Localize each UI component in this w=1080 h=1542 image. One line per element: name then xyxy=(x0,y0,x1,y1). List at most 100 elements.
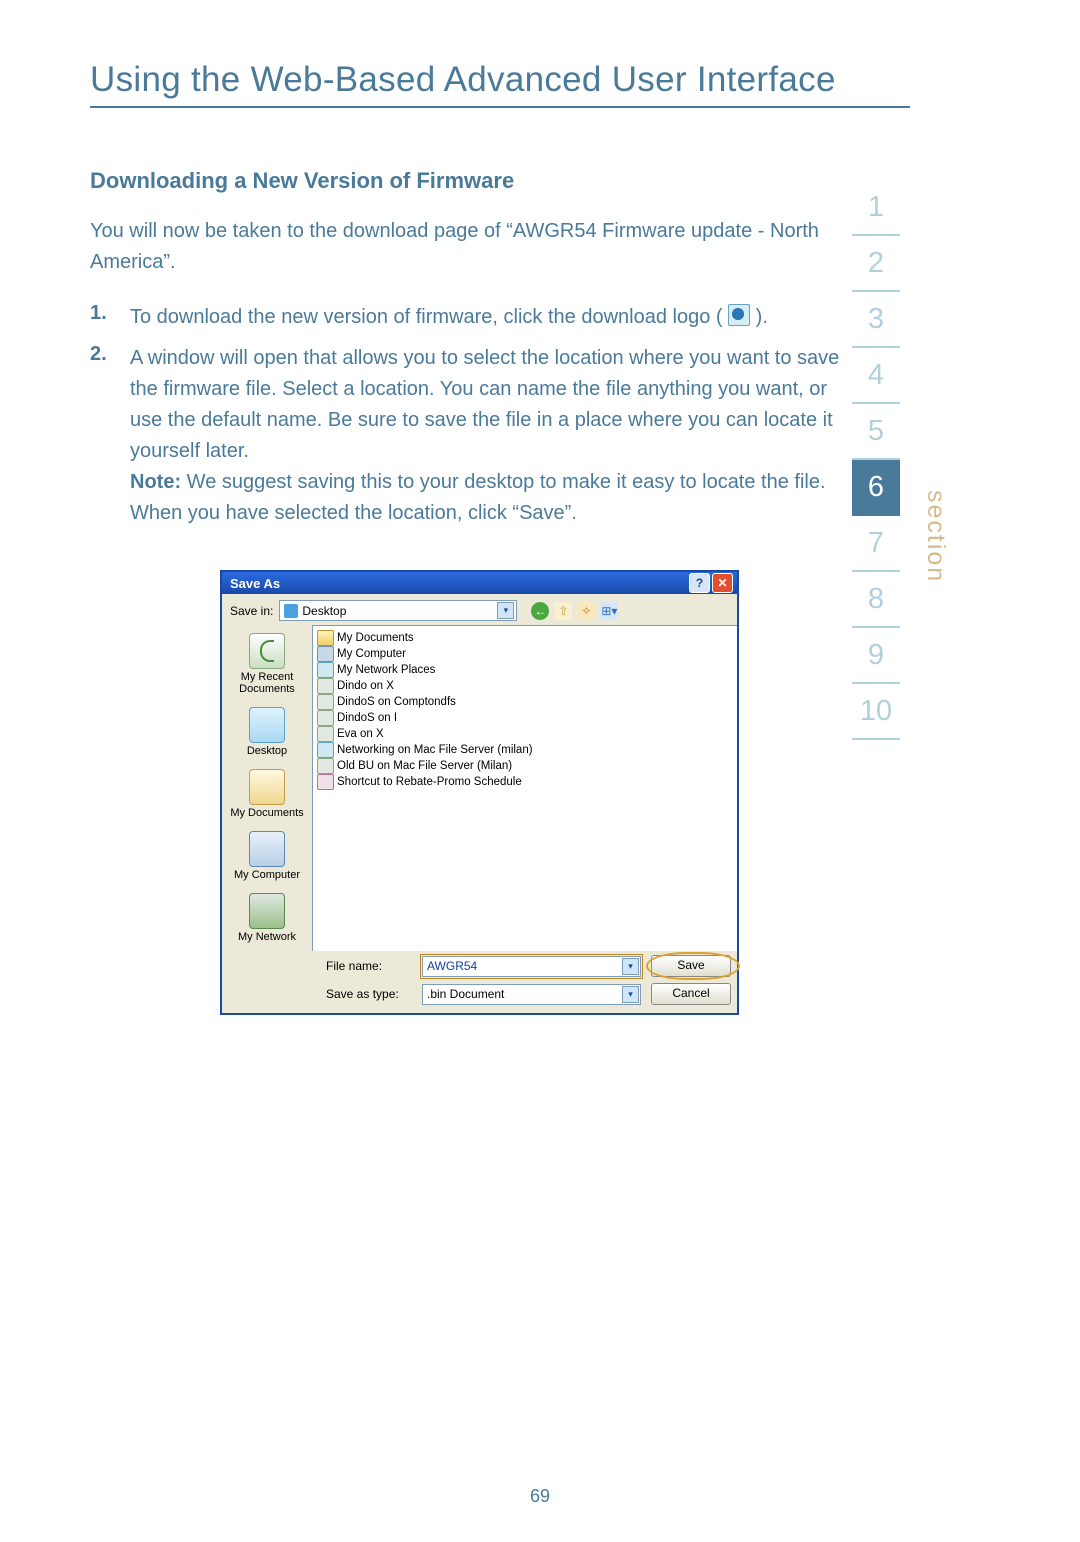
file-icon xyxy=(317,678,334,694)
file-icon xyxy=(317,774,334,790)
step-1-text-b: ). xyxy=(756,306,768,328)
file-name: DindoS on Comptondfs xyxy=(337,696,456,708)
note-text: We suggest saving this to your desktop t… xyxy=(130,471,826,524)
place-desktop[interactable]: Desktop xyxy=(227,705,307,765)
download-logo-icon xyxy=(728,304,750,326)
section-tab-7[interactable]: 7 xyxy=(852,516,900,572)
place-my-network[interactable]: My Network xyxy=(227,891,307,951)
file-icon xyxy=(317,662,334,678)
dialog-title-text: Save As xyxy=(230,576,280,591)
file-item[interactable]: DindoS on Comptondfs xyxy=(317,694,737,710)
section-tab-8[interactable]: 8 xyxy=(852,572,900,628)
back-icon[interactable]: ← xyxy=(531,602,549,620)
file-name: DindoS on I xyxy=(337,712,397,724)
file-icon xyxy=(317,726,334,742)
place-label: My Documents xyxy=(227,807,307,819)
place-my-recent-documents[interactable]: My Recent Documents xyxy=(227,631,307,703)
title-rule xyxy=(90,106,910,108)
saveas-type-combo[interactable]: .bin Document ▾ xyxy=(422,984,641,1005)
file-icon xyxy=(317,758,334,774)
section-tabs: 12345678910 xyxy=(852,180,900,740)
section-tab-10[interactable]: 10 xyxy=(852,684,900,740)
page-number: 69 xyxy=(0,1486,1080,1507)
saveas-value: .bin Document xyxy=(427,987,504,1001)
file-name: My Computer xyxy=(337,648,406,660)
place-icon xyxy=(249,831,285,867)
close-button[interactable]: ✕ xyxy=(712,573,733,593)
chevron-down-icon[interactable]: ▾ xyxy=(622,958,639,975)
page-title: Using the Web-Based Advanced User Interf… xyxy=(90,60,850,100)
place-my-computer[interactable]: My Computer xyxy=(227,829,307,889)
file-item[interactable]: My Documents xyxy=(317,630,737,646)
step-1-text-a: To download the new version of firmware,… xyxy=(130,306,723,328)
saveas-label: Save as type: xyxy=(326,987,412,1001)
filename-label: File name: xyxy=(326,959,412,973)
views-icon[interactable]: ⊞▾ xyxy=(600,602,618,620)
section-tab-3[interactable]: 3 xyxy=(852,292,900,348)
file-item[interactable]: My Network Places xyxy=(317,662,737,678)
section-subhead: Downloading a New Version of Firmware xyxy=(90,168,850,194)
section-tab-1[interactable]: 1 xyxy=(852,180,900,236)
file-name: Shortcut to Rebate-Promo Schedule xyxy=(337,776,522,788)
dialog-titlebar[interactable]: Save As ? ✕ xyxy=(222,572,737,594)
file-item[interactable]: Shortcut to Rebate-Promo Schedule xyxy=(317,774,737,790)
desktop-icon xyxy=(284,604,298,618)
file-name: My Documents xyxy=(337,632,414,644)
file-icon xyxy=(317,694,334,710)
step-2-text: A window will open that allows you to se… xyxy=(130,347,839,462)
new-folder-icon[interactable]: ✧ xyxy=(577,602,595,620)
place-label: My Network xyxy=(227,931,307,943)
file-name: Old BU on Mac File Server (Milan) xyxy=(337,760,512,772)
file-item[interactable]: Old BU on Mac File Server (Milan) xyxy=(317,758,737,774)
place-icon xyxy=(249,633,285,669)
save-button[interactable]: Save xyxy=(651,955,731,977)
chevron-down-icon[interactable]: ▾ xyxy=(622,986,639,1003)
file-name: My Network Places xyxy=(337,664,435,676)
place-label: My Recent Documents xyxy=(227,671,307,695)
file-item[interactable]: Dindo on X xyxy=(317,678,737,694)
cancel-button[interactable]: Cancel xyxy=(651,983,731,1005)
up-one-level-icon[interactable]: ⇧ xyxy=(554,602,572,620)
places-bar: My Recent Documents Desktop My Documents My… xyxy=(222,625,312,951)
place-label: Desktop xyxy=(227,745,307,757)
section-tab-2[interactable]: 2 xyxy=(852,236,900,292)
file-icon xyxy=(317,710,334,726)
intro-paragraph: You will now be taken to the download pa… xyxy=(90,216,850,278)
dialog-toolbar: Save in: Desktop ▾ ← ⇧ ✧ ⊞▾ xyxy=(222,594,737,625)
step-2: 2. A window will open that allows you to… xyxy=(90,343,850,529)
place-icon xyxy=(249,893,285,929)
file-icon xyxy=(317,630,334,646)
file-icon xyxy=(317,646,334,662)
step-number: 1. xyxy=(90,302,130,333)
place-icon xyxy=(249,769,285,805)
place-my-documents[interactable]: My Documents xyxy=(227,767,307,827)
savein-combo[interactable]: Desktop ▾ xyxy=(279,600,517,621)
file-name: Dindo on X xyxy=(337,680,394,692)
file-name: Eva on X xyxy=(337,728,384,740)
file-icon xyxy=(317,742,334,758)
file-list[interactable]: My Documents My Computer My Network Places… xyxy=(312,625,737,951)
savein-value: Desktop xyxy=(302,604,497,618)
place-label: My Computer xyxy=(227,869,307,881)
place-icon xyxy=(249,707,285,743)
section-tab-5[interactable]: 5 xyxy=(852,404,900,460)
filename-input[interactable]: AWGR54 ▾ xyxy=(422,956,641,977)
file-item[interactable]: Eva on X xyxy=(317,726,737,742)
filename-value: AWGR54 xyxy=(427,959,477,973)
file-name: Networking on Mac File Server (milan) xyxy=(337,744,533,756)
step-list: 1. To download the new version of firmwa… xyxy=(90,302,850,529)
section-vertical-label: section xyxy=(921,490,950,583)
step-1: 1. To download the new version of firmwa… xyxy=(90,302,850,333)
chevron-down-icon[interactable]: ▾ xyxy=(497,602,514,619)
file-item[interactable]: My Computer xyxy=(317,646,737,662)
section-tab-9[interactable]: 9 xyxy=(852,628,900,684)
file-item[interactable]: DindoS on I xyxy=(317,710,737,726)
step-number: 2. xyxy=(90,343,130,529)
section-tab-4[interactable]: 4 xyxy=(852,348,900,404)
save-as-dialog: Save As ? ✕ Save in: Desktop ▾ ← ⇧ ✧ ⊞▾ xyxy=(220,570,739,1015)
section-tab-6[interactable]: 6 xyxy=(852,460,900,516)
note-label: Note: xyxy=(130,471,181,493)
file-item[interactable]: Networking on Mac File Server (milan) xyxy=(317,742,737,758)
savein-label: Save in: xyxy=(230,604,273,618)
help-button[interactable]: ? xyxy=(689,573,710,593)
